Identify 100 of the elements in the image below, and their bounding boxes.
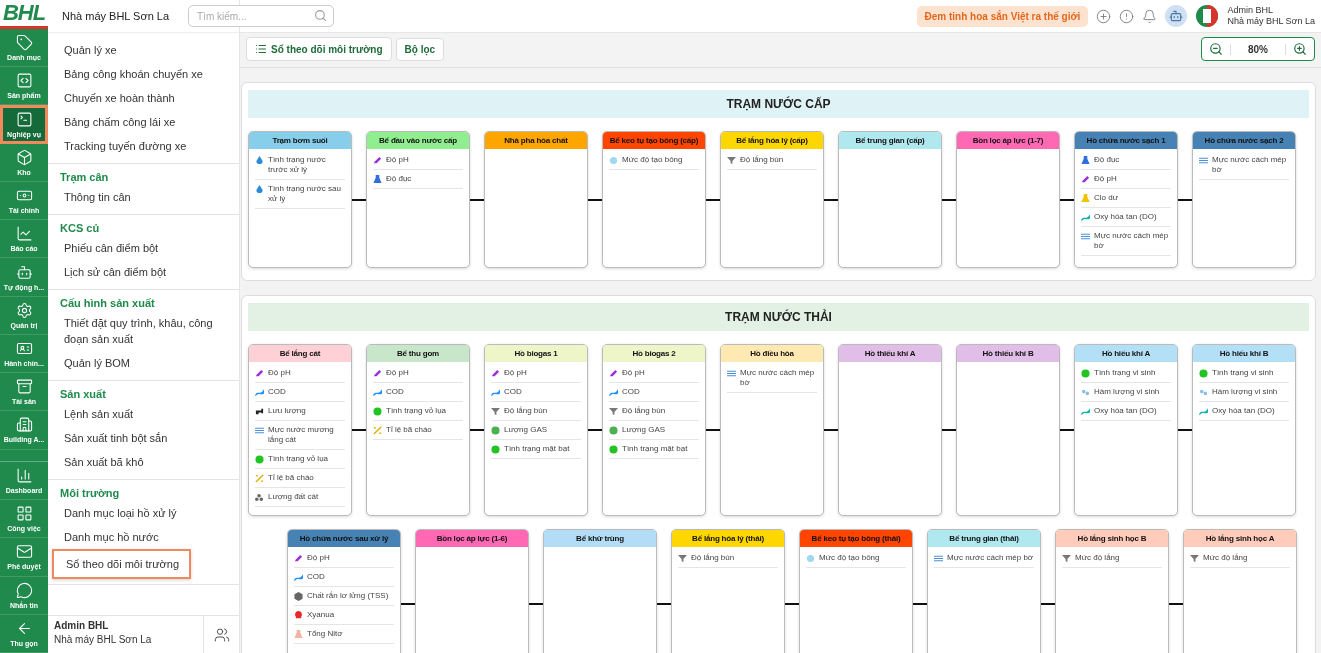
parameter-label: Tình trạng vi sinh bbox=[1212, 368, 1274, 378]
menu-item[interactable]: Sổ theo dõi môi trường bbox=[52, 549, 191, 579]
filter-icon bbox=[609, 407, 618, 416]
parameter-label: Tình trạng vỏ lụa bbox=[386, 406, 447, 416]
connector-line bbox=[824, 429, 838, 431]
tank-card[interactable]: Bể lắng hóa lý (thải) Độ lắng bùn bbox=[671, 529, 785, 653]
tank-card[interactable]: Bồn lọc áp lực (1-6) bbox=[415, 529, 529, 653]
list-icon bbox=[255, 43, 267, 55]
bell-icon[interactable] bbox=[1142, 8, 1158, 24]
add-icon[interactable] bbox=[1096, 8, 1112, 24]
tank-card[interactable]: Bể lắng cát Độ pH COD Lưu lượng Mực nước mương lắng cát Tình trạng vỏ lụa Tỉ lệ bã cháo Lượng đất cát bbox=[248, 344, 352, 516]
parameter-label: Độ lắng bùn bbox=[622, 406, 666, 416]
pen-icon bbox=[609, 369, 618, 378]
tank-card[interactable]: Hồ chứa nước sạch 2 Mực nước cách mép bờ bbox=[1192, 131, 1296, 268]
tank-title: Bể khử trùng bbox=[544, 530, 656, 547]
tank-card[interactable]: Hồ điều hòa Mực nước cách mép bờ bbox=[720, 344, 824, 516]
tank-card[interactable]: Hồ thiếu khí B bbox=[956, 344, 1060, 516]
tank-title: Bể lắng hóa lý (cấp) bbox=[721, 132, 823, 149]
menu-item[interactable]: Tracking tuyến đường xe bbox=[48, 134, 239, 158]
status-dot-icon bbox=[609, 426, 618, 435]
tank-card[interactable]: Bồn lọc áp lực (1-7) bbox=[956, 131, 1060, 268]
parameter-label: Độ đục bbox=[1094, 155, 1120, 165]
company-logo-icon bbox=[1195, 4, 1220, 28]
tank-title: Trạm bơm suối bbox=[249, 132, 351, 149]
menu-item[interactable]: Phiếu cân điểm bột bbox=[48, 236, 239, 260]
parameter-label: Tỉ lệ bã cháo bbox=[268, 473, 314, 483]
tank-title: Bể đầu vào nước cấp bbox=[367, 132, 469, 149]
tank-card[interactable]: Trạm bơm suối Tình trạng nước trước xử lý Tình trạng nước sau xử lý bbox=[248, 131, 352, 268]
parameter-label: Mức độ tạo bông bbox=[622, 155, 683, 165]
search-field[interactable]: Tìm kiếm... bbox=[188, 5, 334, 27]
tank-card[interactable]: Bể trung gian (cấp) bbox=[838, 131, 942, 268]
tank-card[interactable]: Nhà pha hóa chất bbox=[484, 131, 588, 268]
menu-item[interactable]: Bảng công khoán chuyến xe bbox=[48, 62, 239, 86]
parameter-label: Mức độ lắng bbox=[1075, 553, 1120, 563]
tank-card[interactable]: Hồ biogas 2 Độ pH COD Độ lắng bùn Lượng GAS Tình trạng mặt bạt bbox=[602, 344, 706, 516]
parameter-label: Mực nước cách mép bờ bbox=[1094, 231, 1170, 251]
connector-line bbox=[1178, 429, 1192, 431]
menu-item[interactable]: Danh mục hồ nước bbox=[48, 525, 239, 549]
menu-item[interactable]: Sản xuất tinh bột sắn bbox=[48, 426, 239, 450]
menu-item[interactable]: Quản lý BOM bbox=[48, 351, 239, 375]
menu-item[interactable]: Thiết đặt quy trình, khâu, công đoạn sản xuất bbox=[48, 311, 239, 351]
menu-item[interactable]: Quản lý xe bbox=[48, 38, 239, 62]
lines-icon bbox=[1081, 232, 1090, 241]
connector-line bbox=[529, 603, 543, 605]
parameter-label: Oxy hòa tan (DO) bbox=[1094, 212, 1157, 222]
menu-item[interactable]: Sản xuất bã khô bbox=[48, 450, 239, 474]
filter-button[interactable]: Bộ lọc bbox=[395, 37, 445, 61]
parameter-label: Độ pH bbox=[1094, 174, 1117, 184]
tank-card[interactable]: Bể khử trùng bbox=[543, 529, 657, 653]
status-dot-icon bbox=[1199, 369, 1208, 378]
archive-icon bbox=[15, 378, 33, 396]
connector-line bbox=[470, 429, 484, 431]
connector-line bbox=[352, 429, 366, 431]
filter-icon bbox=[491, 407, 500, 416]
tank-card[interactable]: Bể đầu vào nước cấp Độ pH Độ đục bbox=[366, 131, 470, 268]
tank-card[interactable]: Bể keo tụ tạo bông (cấp) Mức độ tạo bông bbox=[602, 131, 706, 268]
station-title: TRẠM NƯỚC CẤP bbox=[248, 90, 1309, 118]
connector-line bbox=[352, 198, 366, 201]
tank-title: Bể lắng cát bbox=[249, 345, 351, 362]
status-dot-icon bbox=[491, 426, 500, 435]
parameter-label: Tình trạng nước sau xử lý bbox=[268, 184, 342, 204]
connector-line bbox=[942, 429, 956, 431]
tank-card[interactable]: Hồ chứa nước sau xử lý Độ pH COD Chất rắn lơ lửng (TSS) Xyanua Tổng Nitơ bbox=[287, 529, 401, 653]
filter-icon bbox=[727, 156, 736, 165]
tank-card[interactable]: Hồ lắng sinh học A Mức độ lắng bbox=[1183, 529, 1297, 653]
tank-title: Bồn lọc áp lực (1-6) bbox=[416, 530, 528, 547]
tank-card[interactable]: Hồ lắng sinh học B Mức độ lắng bbox=[1055, 529, 1169, 653]
tank-card[interactable]: Bể thu gom Độ pH COD Tình trạng vỏ lụa Tỉ lệ bã cháo bbox=[366, 344, 470, 516]
tank-card[interactable]: Hồ thiếu khí A bbox=[838, 344, 942, 516]
alert-icon[interactable] bbox=[1119, 8, 1135, 24]
tank-title: Hồ điều hòa bbox=[721, 345, 823, 362]
menu-item[interactable]: Lệnh sản xuất bbox=[48, 402, 239, 426]
menu-group-title: Môi trường bbox=[59, 486, 121, 501]
tank-card[interactable]: Hồ hiếu khí A Tình trạng vi sinh Hàm lượng vi sinh Oxy hòa tan (DO) bbox=[1074, 344, 1178, 516]
terminal-icon bbox=[15, 110, 33, 128]
connector-line bbox=[1060, 198, 1074, 201]
menu-item[interactable]: Thông tin cân bbox=[48, 185, 239, 209]
menu-item[interactable]: Chuyến xe hoàn thành bbox=[48, 86, 239, 110]
tank-card[interactable]: Hồ biogas 1 Độ pH COD Độ lắng bùn Lượng GAS Tình trạng mặt bạt bbox=[484, 344, 588, 516]
avatar[interactable] bbox=[1165, 5, 1188, 27]
tank-title: Hồ lắng sinh học A bbox=[1184, 530, 1296, 547]
menu-item[interactable]: Lịch sử cân điểm bột bbox=[48, 260, 239, 284]
robot-icon bbox=[15, 263, 33, 281]
parameter-label: Độ đục bbox=[386, 174, 412, 184]
pen-icon bbox=[294, 554, 303, 563]
pen-icon bbox=[373, 369, 382, 378]
grid-icon bbox=[15, 505, 33, 523]
menu-item[interactable]: Bảng chấm công lái xe bbox=[48, 110, 239, 134]
tank-card[interactable]: Bể lắng hóa lý (cấp) Độ lắng bùn bbox=[720, 131, 824, 268]
parameter-label: Độ pH bbox=[268, 368, 291, 378]
status-dot-icon bbox=[255, 455, 264, 464]
tank-card[interactable]: Bể trung gian (thải) Mực nước cách mép bờ bbox=[927, 529, 1041, 653]
log-button[interactable]: Sổ theo dõi môi trường bbox=[246, 37, 392, 61]
parameter-label: Hàm lượng vi sinh bbox=[1212, 387, 1278, 397]
tank-card[interactable]: Hồ chứa nước sạch 1 Độ đục Độ pH Clo dư Oxy hòa tan (DO) Mực nước cách mép bờ bbox=[1074, 131, 1178, 268]
parameter-label: Độ pH bbox=[622, 368, 645, 378]
tank-card[interactable]: Bể keo tụ tạo bông (thải) Mức độ tạo bông bbox=[799, 529, 913, 653]
menu-item[interactable]: Danh mục loại hồ xử lý bbox=[48, 501, 239, 525]
tank-card[interactable]: Hồ hiếu khí B Tình trạng vi sinh Hàm lượng vi sinh Oxy hòa tan (DO) bbox=[1192, 344, 1296, 516]
connector-line bbox=[1178, 198, 1192, 201]
